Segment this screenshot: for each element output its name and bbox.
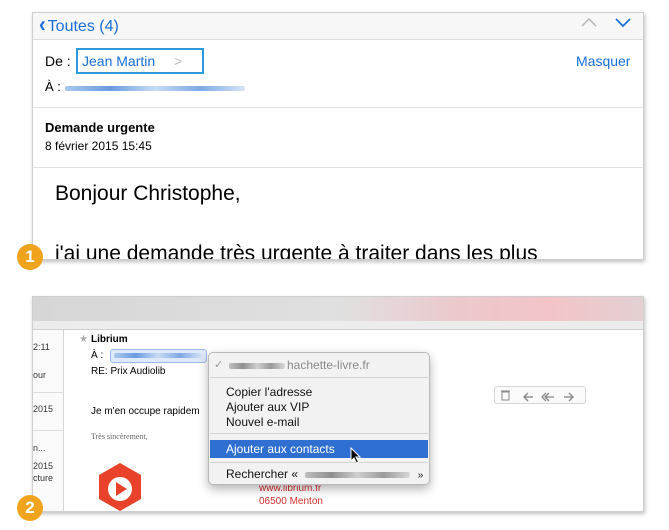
- checkmark-icon: ✓: [214, 359, 224, 371]
- list-divider: [33, 430, 63, 431]
- greeting-text: Bonjour Christophe,: [55, 182, 241, 205]
- add-to-contacts-label: Ajouter aux contacts: [226, 442, 335, 456]
- disclosure-chevron-icon: >: [174, 53, 183, 69]
- list-item-text[interactable]: n...: [33, 443, 46, 453]
- toolbar-bottom-strip: [33, 321, 643, 330]
- star-icon[interactable]: ★: [79, 334, 88, 345]
- subject: RE: Prix Audiolib: [91, 366, 166, 377]
- email-address-item[interactable]: hachette-livre.fr: [287, 358, 370, 372]
- list-item-text[interactable]: our: [33, 370, 46, 380]
- subject: Demande urgente: [45, 120, 155, 135]
- masquer-button[interactable]: Masquer: [576, 53, 630, 69]
- reply-all-icon[interactable]: [541, 389, 555, 407]
- list-item-date[interactable]: 2015: [33, 404, 53, 414]
- window-toolbar: [33, 297, 643, 321]
- date: 8 février 2015 15:45: [45, 139, 152, 153]
- subject-divider: [33, 167, 643, 168]
- list-item-text[interactable]: cture: [33, 473, 53, 483]
- reply-text: Je m'en occupe rapidem: [91, 406, 200, 417]
- header-divider: [33, 107, 643, 108]
- sender-context-menu: ✓ hachette-livre.fr Copier l'adresse Ajo…: [208, 352, 430, 485]
- to-label: À :: [45, 79, 61, 94]
- chevron-left-icon: ‹: [39, 12, 46, 38]
- sender-name[interactable]: Librium: [91, 334, 128, 345]
- menu-separator: [210, 377, 428, 378]
- search-item[interactable]: Rechercher « »: [226, 467, 423, 481]
- navigation-bar: ‹ Toutes (4): [33, 13, 643, 40]
- trash-icon[interactable]: [501, 388, 510, 406]
- list-item-date[interactable]: 2015: [33, 461, 53, 471]
- back-button[interactable]: ‹ Toutes (4): [39, 12, 119, 38]
- message-list-column: 2:11 our 2015 n... 2015 cture: [33, 330, 64, 511]
- add-to-vip-item[interactable]: Ajouter aux VIP: [226, 400, 309, 414]
- from-sender-button[interactable]: Jean Martin >: [76, 48, 204, 74]
- recipient-token[interactable]: [110, 349, 207, 363]
- email-local-part-blurred: [229, 363, 285, 369]
- address-text: 06500 Menton: [259, 496, 323, 507]
- search-suffix: »: [417, 470, 424, 481]
- message-actions-toolbar: [494, 386, 586, 404]
- step-2-badge: 2: [17, 495, 43, 521]
- librium-logo: [96, 461, 144, 511]
- recipient-address-blurred: [65, 86, 245, 91]
- add-to-contacts-item[interactable]: Ajouter aux contacts: [210, 440, 428, 458]
- signature-text: Très sincèrement,: [91, 432, 148, 441]
- search-prefix: Rechercher «: [226, 467, 299, 481]
- next-message-icon[interactable]: [615, 15, 631, 33]
- body-text: j'ai une demande très urgente à traiter …: [55, 242, 538, 260]
- new-email-item[interactable]: Nouvel e-mail: [226, 415, 299, 429]
- to-label: À :: [91, 350, 104, 361]
- forward-icon[interactable]: [563, 389, 574, 407]
- search-term-blurred: [305, 471, 411, 478]
- menu-separator: [210, 462, 428, 463]
- list-divider: [33, 392, 63, 393]
- ios-mail-panel: ‹ Toutes (4) De : Jean Martin > Masquer À…: [32, 12, 644, 260]
- copy-address-item[interactable]: Copier l'adresse: [226, 385, 312, 399]
- recipient-address-blurred: [114, 353, 202, 358]
- reply-icon[interactable]: [523, 389, 534, 407]
- from-sender-name: Jean Martin: [82, 53, 156, 69]
- previous-message-icon[interactable]: [581, 15, 597, 33]
- list-item-time[interactable]: 2:11: [33, 342, 50, 352]
- back-label: Toutes (4): [47, 18, 119, 35]
- menu-separator: [210, 433, 428, 434]
- step-1-badge: 1: [17, 244, 43, 270]
- from-label: De :: [45, 53, 71, 69]
- mouse-pointer-icon: [350, 446, 362, 469]
